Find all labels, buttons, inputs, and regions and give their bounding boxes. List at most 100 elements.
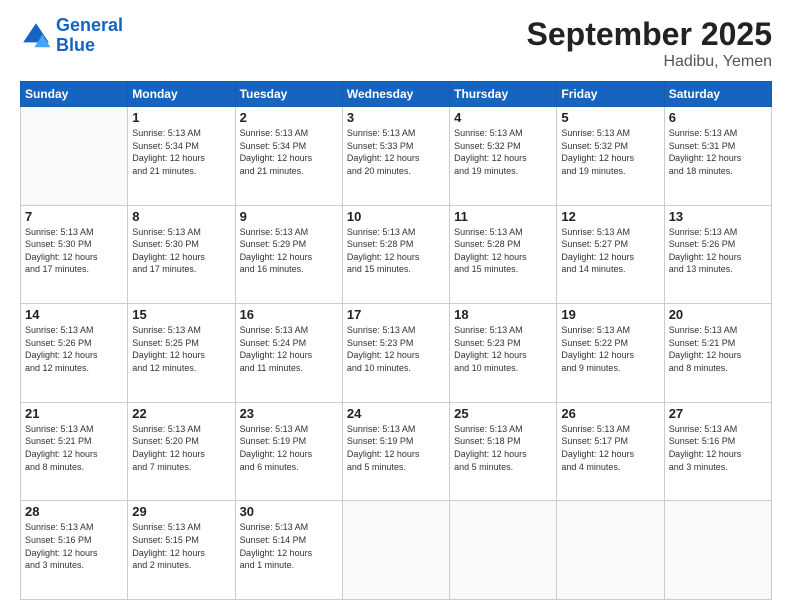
col-monday: Monday [128,82,235,107]
day-number: 19 [561,307,659,322]
day-info: Sunrise: 5:13 AM Sunset: 5:29 PM Dayligh… [240,226,338,276]
day-info: Sunrise: 5:13 AM Sunset: 5:33 PM Dayligh… [347,127,445,177]
day-number: 20 [669,307,767,322]
day-number: 12 [561,209,659,224]
logo-text: General Blue [56,16,123,56]
header-row: Sunday Monday Tuesday Wednesday Thursday… [21,82,772,107]
day-number: 8 [132,209,230,224]
day-number: 27 [669,406,767,421]
calendar-week-4: 21Sunrise: 5:13 AM Sunset: 5:21 PM Dayli… [21,402,772,501]
logo-icon [20,20,52,52]
title-block: September 2025 Hadibu, Yemen [527,16,772,71]
day-info: Sunrise: 5:13 AM Sunset: 5:21 PM Dayligh… [669,324,767,374]
table-row: 16 Sunrise: 5:13 AM Sunset: 5:24 PM Dayli… [235,304,342,403]
day-info: Sunrise: 5:13 AM Sunset: 5:26 PM Dayligh… [25,324,123,374]
day-info: Sunrise: 5:13 AM Sunset: 5:34 PM Dayligh… [132,127,230,177]
day-info: Sunrise: 5:13 AM Sunset: 5:22 PM Dayligh… [561,324,659,374]
day-number: 3 [347,110,445,125]
table-row: 26Sunrise: 5:13 AM Sunset: 5:17 PM Dayli… [557,402,664,501]
day-number: 2 [240,110,338,125]
col-saturday: Saturday [664,82,771,107]
day-info: Sunrise: 5:13 AM Sunset: 5:28 PM Dayligh… [454,226,552,276]
day-number: 17 [347,307,445,322]
day-info: Sunrise: 5:13 AM Sunset: 5:27 PM Dayligh… [561,226,659,276]
table-row: 1 Sunrise: 5:13 AM Sunset: 5:34 PM Daylig… [128,107,235,206]
month-title: September 2025 [527,16,772,53]
day-info: Sunrise: 5:13 AM Sunset: 5:19 PM Dayligh… [347,423,445,473]
table-row [21,107,128,206]
day-number: 6 [669,110,767,125]
day-info: Sunrise: 5:13 AM Sunset: 5:32 PM Dayligh… [561,127,659,177]
day-number: 24 [347,406,445,421]
day-number: 18 [454,307,552,322]
day-number: 23 [240,406,338,421]
day-info: Sunrise: 5:13 AM Sunset: 5:28 PM Dayligh… [347,226,445,276]
day-info: Sunrise: 5:13 AM Sunset: 5:26 PM Dayligh… [669,226,767,276]
table-row: 4 Sunrise: 5:13 AM Sunset: 5:32 PM Daylig… [450,107,557,206]
location-title: Hadibu, Yemen [527,53,772,71]
day-info: Sunrise: 5:13 AM Sunset: 5:21 PM Dayligh… [25,423,123,473]
day-info: Sunrise: 5:13 AM Sunset: 5:16 PM Dayligh… [669,423,767,473]
table-row: 20 Sunrise: 5:13 AM Sunset: 5:21 PM Dayli… [664,304,771,403]
table-row: 22Sunrise: 5:13 AM Sunset: 5:20 PM Dayli… [128,402,235,501]
calendar-table: Sunday Monday Tuesday Wednesday Thursday… [20,81,772,600]
calendar-week-1: 1 Sunrise: 5:13 AM Sunset: 5:34 PM Daylig… [21,107,772,206]
day-number: 11 [454,209,552,224]
header: General Blue September 2025 Hadibu, Yeme… [20,16,772,71]
col-wednesday: Wednesday [342,82,449,107]
day-info: Sunrise: 5:13 AM Sunset: 5:25 PM Dayligh… [132,324,230,374]
table-row: 7Sunrise: 5:13 AM Sunset: 5:30 PM Daylig… [21,205,128,304]
table-row: 17Sunrise: 5:13 AM Sunset: 5:23 PM Dayli… [342,304,449,403]
table-row: 3 Sunrise: 5:13 AM Sunset: 5:33 PM Daylig… [342,107,449,206]
table-row: 27 Sunrise: 5:13 AM Sunset: 5:16 PM Dayli… [664,402,771,501]
calendar-week-3: 14 Sunrise: 5:13 AM Sunset: 5:26 PM Dayli… [21,304,772,403]
table-row: 2Sunrise: 5:13 AM Sunset: 5:34 PM Daylig… [235,107,342,206]
day-number: 4 [454,110,552,125]
table-row: 23 Sunrise: 5:13 AM Sunset: 5:19 PM Dayli… [235,402,342,501]
day-number: 15 [132,307,230,322]
col-friday: Friday [557,82,664,107]
table-row [450,501,557,600]
logo-line1: General [56,15,123,35]
day-info: Sunrise: 5:13 AM Sunset: 5:18 PM Dayligh… [454,423,552,473]
day-info: Sunrise: 5:13 AM Sunset: 5:24 PM Dayligh… [240,324,338,374]
table-row: 6Sunrise: 5:13 AM Sunset: 5:31 PM Daylig… [664,107,771,206]
table-row: 25 Sunrise: 5:13 AM Sunset: 5:18 PM Dayli… [450,402,557,501]
day-number: 28 [25,504,123,519]
col-tuesday: Tuesday [235,82,342,107]
table-row [557,501,664,600]
day-number: 13 [669,209,767,224]
day-info: Sunrise: 5:13 AM Sunset: 5:30 PM Dayligh… [132,226,230,276]
table-row: 15 Sunrise: 5:13 AM Sunset: 5:25 PM Dayli… [128,304,235,403]
table-row: 18 Sunrise: 5:13 AM Sunset: 5:23 PM Dayli… [450,304,557,403]
table-row: 11 Sunrise: 5:13 AM Sunset: 5:28 PM Dayli… [450,205,557,304]
day-number: 1 [132,110,230,125]
table-row: 14 Sunrise: 5:13 AM Sunset: 5:26 PM Dayli… [21,304,128,403]
day-info: Sunrise: 5:13 AM Sunset: 5:32 PM Dayligh… [454,127,552,177]
table-row: 28 Sunrise: 5:13 AM Sunset: 5:16 PM Dayli… [21,501,128,600]
calendar-week-5: 28 Sunrise: 5:13 AM Sunset: 5:16 PM Dayli… [21,501,772,600]
logo: General Blue [20,16,123,56]
day-number: 14 [25,307,123,322]
day-info: Sunrise: 5:13 AM Sunset: 5:19 PM Dayligh… [240,423,338,473]
table-row: 10 Sunrise: 5:13 AM Sunset: 5:28 PM Dayli… [342,205,449,304]
day-info: Sunrise: 5:13 AM Sunset: 5:20 PM Dayligh… [132,423,230,473]
day-info: Sunrise: 5:13 AM Sunset: 5:23 PM Dayligh… [454,324,552,374]
table-row: 19 Sunrise: 5:13 AM Sunset: 5:22 PM Dayli… [557,304,664,403]
day-number: 9 [240,209,338,224]
table-row: 24 Sunrise: 5:13 AM Sunset: 5:19 PM Dayli… [342,402,449,501]
table-row: 30Sunrise: 5:13 AM Sunset: 5:14 PM Dayli… [235,501,342,600]
day-number: 16 [240,307,338,322]
table-row: 5Sunrise: 5:13 AM Sunset: 5:32 PM Daylig… [557,107,664,206]
day-info: Sunrise: 5:13 AM Sunset: 5:15 PM Dayligh… [132,521,230,571]
day-number: 10 [347,209,445,224]
logo-line2: Blue [56,35,95,55]
day-number: 29 [132,504,230,519]
col-sunday: Sunday [21,82,128,107]
table-row [342,501,449,600]
page: General Blue September 2025 Hadibu, Yeme… [0,0,792,612]
table-row: 13 Sunrise: 5:13 AM Sunset: 5:26 PM Dayli… [664,205,771,304]
day-number: 25 [454,406,552,421]
day-info: Sunrise: 5:13 AM Sunset: 5:16 PM Dayligh… [25,521,123,571]
calendar-week-2: 7Sunrise: 5:13 AM Sunset: 5:30 PM Daylig… [21,205,772,304]
